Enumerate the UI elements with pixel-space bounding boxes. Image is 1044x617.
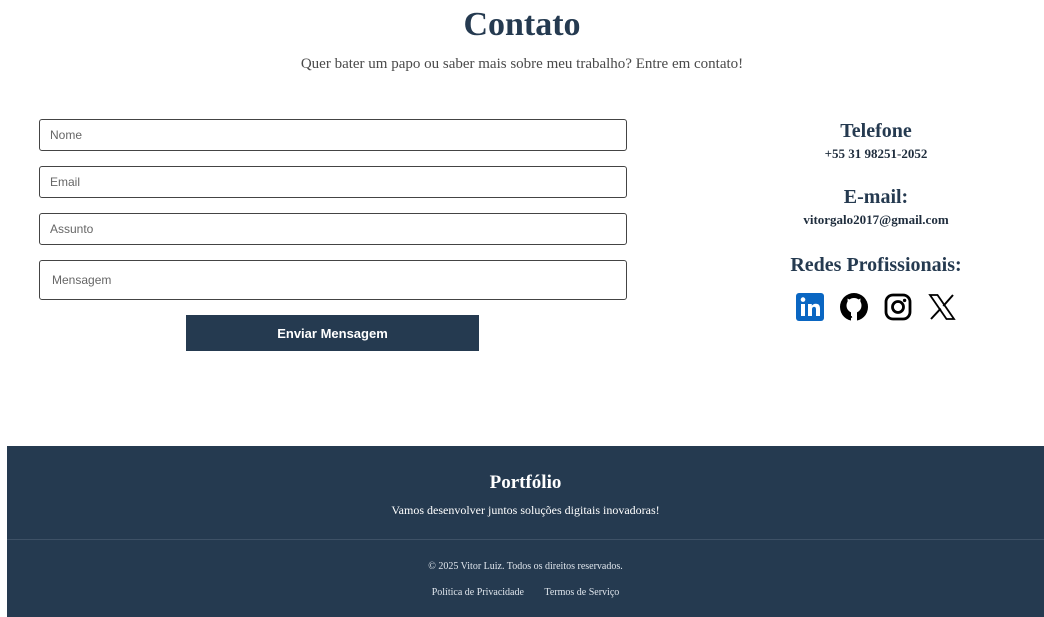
footer-divider bbox=[7, 539, 1044, 540]
send-message-button[interactable]: Enviar Mensagem bbox=[186, 315, 479, 351]
instagram-icon[interactable] bbox=[882, 291, 914, 323]
footer: Portfólio Vamos desenvolver juntos soluç… bbox=[7, 446, 1044, 617]
footer-links: Política de Privacidade Termos de Serviç… bbox=[7, 587, 1044, 598]
linkedin-icon[interactable] bbox=[794, 291, 826, 323]
privacy-policy-link[interactable]: Política de Privacidade bbox=[432, 587, 524, 598]
page-subtitle: Quer bater um papo ou saber mais sobre m… bbox=[300, 56, 744, 72]
footer-copyright: © 2025 Vitor Luiz. Todos os direitos res… bbox=[428, 561, 623, 572]
footer-tagline: Vamos desenvolver juntos soluções digita… bbox=[391, 503, 660, 517]
social-section: Redes Profissionais: bbox=[760, 254, 992, 323]
phone-heading: Telefone bbox=[840, 120, 912, 142]
social-heading: Redes Profissionais: bbox=[790, 254, 962, 276]
email-heading: E-mail: bbox=[843, 186, 909, 208]
contact-form: Enviar Mensagem bbox=[39, 119, 627, 351]
page-title: Contato bbox=[463, 6, 581, 43]
email-value: vitorgalo2017@gmail.com bbox=[803, 212, 949, 227]
email-field[interactable] bbox=[39, 166, 627, 198]
footer-brand: Portfólio bbox=[489, 472, 562, 493]
subject-field[interactable] bbox=[39, 213, 627, 245]
phone-section: Telefone +55 31 98251-2052 bbox=[760, 120, 992, 162]
github-icon[interactable] bbox=[838, 291, 870, 323]
email-section: E-mail: vitorgalo2017@gmail.com bbox=[760, 186, 992, 228]
x-icon[interactable] bbox=[926, 291, 958, 323]
message-field[interactable] bbox=[39, 260, 627, 300]
terms-of-service-link[interactable]: Termos de Serviço bbox=[544, 587, 619, 598]
phone-value: +55 31 98251-2052 bbox=[824, 146, 928, 161]
name-field[interactable] bbox=[39, 119, 627, 151]
social-icons bbox=[760, 291, 992, 323]
